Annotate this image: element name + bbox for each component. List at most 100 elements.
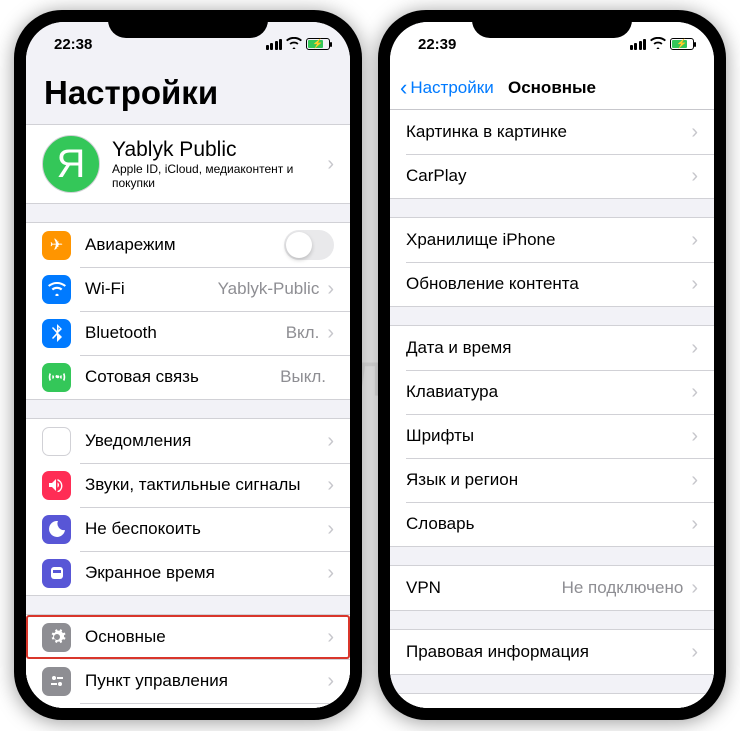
row-label: Пункт управления bbox=[85, 671, 327, 691]
chevron-right-icon: › bbox=[327, 562, 334, 585]
row-fonts[interactable]: Шрифты › bbox=[390, 414, 714, 458]
row-label: Хранилище iPhone bbox=[406, 230, 691, 250]
chevron-right-icon: › bbox=[691, 121, 698, 144]
row-sounds[interactable]: Звуки, тактильные сигналы › bbox=[26, 463, 350, 507]
chevron-right-icon: › bbox=[691, 641, 698, 664]
row-label: Не беспокоить bbox=[85, 519, 327, 539]
group-pip: Картинка в картинке › CarPlay › bbox=[390, 110, 714, 199]
row-label: Сотовая связь bbox=[85, 367, 280, 387]
group-storage: Хранилище iPhone › Обновление контента › bbox=[390, 217, 714, 307]
nav-title: Основные bbox=[508, 78, 596, 98]
profile-name: Yablyk Public bbox=[112, 138, 327, 162]
screen-left: 22:38 ⚡ Настройки Я Yablyk Public Apple … bbox=[26, 22, 350, 708]
row-label: Картинка в картинке bbox=[406, 122, 691, 142]
sounds-icon bbox=[42, 471, 71, 500]
row-general[interactable]: Основные › bbox=[26, 615, 350, 659]
chevron-right-icon: › bbox=[691, 425, 698, 448]
chevron-right-icon: › bbox=[327, 278, 334, 301]
row-label: Wi-Fi bbox=[85, 279, 218, 299]
page-title: Настройки bbox=[26, 66, 350, 118]
row-legal[interactable]: Правовая информация › bbox=[390, 630, 714, 674]
row-dnd[interactable]: Не беспокоить › bbox=[26, 507, 350, 551]
row-bluetooth[interactable]: Bluetooth Вкл. › bbox=[26, 311, 350, 355]
chevron-right-icon: › bbox=[691, 337, 698, 360]
screentime-icon bbox=[42, 559, 71, 588]
group-connectivity: ✈︎ Авиарежим Wi-Fi Yablyk-Public › bbox=[26, 222, 350, 400]
cellular-signal-icon bbox=[266, 39, 283, 50]
row-wifi[interactable]: Wi-Fi Yablyk-Public › bbox=[26, 267, 350, 311]
chevron-right-icon: › bbox=[691, 229, 698, 252]
row-label: Bluetooth bbox=[85, 323, 286, 343]
battery-icon: ⚡ bbox=[306, 38, 330, 50]
group-general: Основные › Пункт управления › AA Экран и… bbox=[26, 614, 350, 708]
row-detail: Yablyk-Public bbox=[218, 279, 320, 299]
row-display[interactable]: AA Экран и яркость › bbox=[26, 703, 350, 708]
chevron-right-icon: › bbox=[691, 165, 698, 188]
row-detail: Выкл. bbox=[280, 367, 326, 387]
row-control-center[interactable]: Пункт управления › bbox=[26, 659, 350, 703]
row-keyboard[interactable]: Клавиатура › bbox=[390, 370, 714, 414]
chevron-right-icon: › bbox=[327, 430, 334, 453]
row-label: Правовая информация bbox=[406, 642, 691, 662]
row-language-region[interactable]: Язык и регион › bbox=[390, 458, 714, 502]
row-label: Экранное время bbox=[85, 563, 327, 583]
phone-left: 22:38 ⚡ Настройки Я Yablyk Public Apple … bbox=[14, 10, 362, 720]
dnd-icon bbox=[42, 515, 71, 544]
chevron-right-icon: › bbox=[327, 670, 334, 693]
group-notifications: ◉ Уведомления › Звуки, тактильные сигнал… bbox=[26, 418, 350, 596]
chevron-right-icon: › bbox=[327, 474, 334, 497]
cellular-icon bbox=[42, 363, 71, 392]
row-label: Язык и регион bbox=[406, 470, 691, 490]
row-label: Основные bbox=[85, 627, 327, 647]
row-carplay[interactable]: CarPlay › bbox=[390, 154, 714, 198]
row-label: Авиарежим bbox=[85, 235, 284, 255]
row-label: Звуки, тактильные сигналы bbox=[85, 475, 327, 495]
screen-right: 22:39 ⚡ ‹ Настройки Основные Картинка в … bbox=[390, 22, 714, 708]
row-label: VPN bbox=[406, 578, 562, 598]
row-detail: Вкл. bbox=[286, 323, 320, 343]
status-indicators: ⚡ bbox=[630, 36, 695, 52]
row-airplane-mode[interactable]: ✈︎ Авиарежим bbox=[26, 223, 350, 267]
row-storage[interactable]: Хранилище iPhone › bbox=[390, 218, 714, 262]
group-legal: Правовая информация › bbox=[390, 629, 714, 675]
row-screentime[interactable]: Экранное время › bbox=[26, 551, 350, 595]
back-button[interactable]: ‹ Настройки bbox=[400, 77, 494, 99]
back-label: Настройки bbox=[410, 78, 493, 98]
row-reset[interactable]: Сброс › bbox=[390, 694, 714, 708]
row-label: Шрифты bbox=[406, 426, 691, 446]
chevron-right-icon: › bbox=[691, 577, 698, 600]
control-center-icon bbox=[42, 667, 71, 696]
row-dictionary[interactable]: Словарь › bbox=[390, 502, 714, 546]
chevron-right-icon: › bbox=[327, 153, 334, 176]
chevron-right-icon: › bbox=[691, 273, 698, 296]
airplane-icon: ✈︎ bbox=[42, 231, 71, 260]
airplane-switch[interactable] bbox=[284, 230, 334, 260]
row-label: CarPlay bbox=[406, 166, 691, 186]
profile-subtitle: Apple ID, iCloud, медиаконтент и покупки bbox=[112, 162, 327, 190]
row-vpn[interactable]: VPN Не подключено › bbox=[390, 566, 714, 610]
group-reset: Сброс › Выключить bbox=[390, 693, 714, 708]
chevron-right-icon: › bbox=[327, 518, 334, 541]
chevron-right-icon: › bbox=[691, 513, 698, 536]
row-label: Словарь bbox=[406, 514, 691, 534]
row-label: Дата и время bbox=[406, 338, 691, 358]
chevron-right-icon: › bbox=[691, 381, 698, 404]
row-date-time[interactable]: Дата и время › bbox=[390, 326, 714, 370]
row-label: Обновление контента bbox=[406, 274, 691, 294]
row-notifications[interactable]: ◉ Уведомления › bbox=[26, 419, 350, 463]
chevron-right-icon: › bbox=[691, 705, 698, 709]
row-label: Клавиатура bbox=[406, 382, 691, 402]
row-detail: Не подключено bbox=[562, 578, 684, 598]
row-pip[interactable]: Картинка в картинке › bbox=[390, 110, 714, 154]
group-vpn: VPN Не подключено › bbox=[390, 565, 714, 611]
row-label: Сброс bbox=[406, 706, 691, 708]
chevron-right-icon: › bbox=[327, 626, 334, 649]
row-apple-id[interactable]: Я Yablyk Public Apple ID, iCloud, медиак… bbox=[26, 125, 350, 203]
wifi-icon bbox=[286, 36, 302, 52]
group-datetime: Дата и время › Клавиатура › Шрифты › Язы… bbox=[390, 325, 714, 547]
row-bg-refresh[interactable]: Обновление контента › bbox=[390, 262, 714, 306]
battery-icon: ⚡ bbox=[670, 38, 694, 50]
row-cellular[interactable]: Сотовая связь Выкл. bbox=[26, 355, 350, 399]
status-time: 22:38 bbox=[54, 36, 92, 53]
group-profile: Я Yablyk Public Apple ID, iCloud, медиак… bbox=[26, 124, 350, 204]
